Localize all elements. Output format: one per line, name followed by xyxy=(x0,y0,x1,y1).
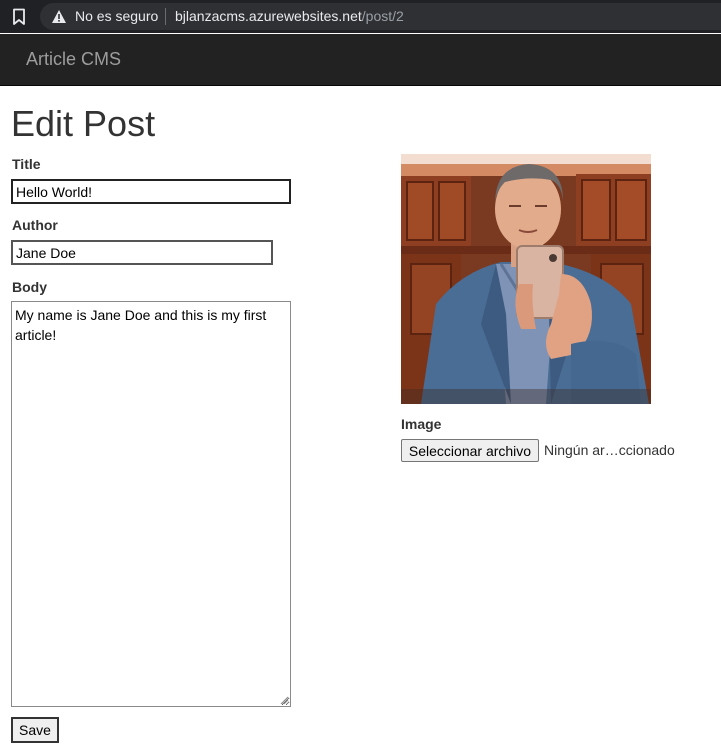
choose-file-button[interactable]: Seleccionar archivo xyxy=(401,439,539,462)
image-label: Image xyxy=(401,416,442,432)
warning-icon[interactable] xyxy=(51,9,67,24)
navbar: Article CMS xyxy=(0,34,721,86)
page-title: Edit Post xyxy=(11,103,156,144)
post-image xyxy=(401,154,651,404)
body-textarea[interactable]: My name is Jane Doe and this is my first… xyxy=(11,301,291,707)
body-label: Body xyxy=(12,279,47,295)
title-label: Title xyxy=(12,156,41,172)
browser-toolbar: No es seguro bjlanzacms.azurewebsites.ne… xyxy=(0,0,721,33)
brand-link[interactable]: Article CMS xyxy=(26,49,121,70)
url-text[interactable]: bjlanzacms.azurewebsites.net/post/2 xyxy=(175,8,404,24)
security-status[interactable]: No es seguro xyxy=(75,8,158,24)
resize-grip-icon[interactable] xyxy=(280,696,289,705)
save-button[interactable]: Save xyxy=(11,717,59,743)
author-label: Author xyxy=(12,217,58,233)
omnibox-divider xyxy=(165,8,166,25)
file-status-text: Ningún ar…ccionado xyxy=(544,442,675,458)
url-host: bjlanzacms.azurewebsites.net xyxy=(175,8,362,24)
url-path: /post/2 xyxy=(361,8,404,24)
author-input[interactable] xyxy=(11,240,273,265)
title-input[interactable] xyxy=(11,179,291,204)
bookmark-icon[interactable] xyxy=(12,8,26,26)
